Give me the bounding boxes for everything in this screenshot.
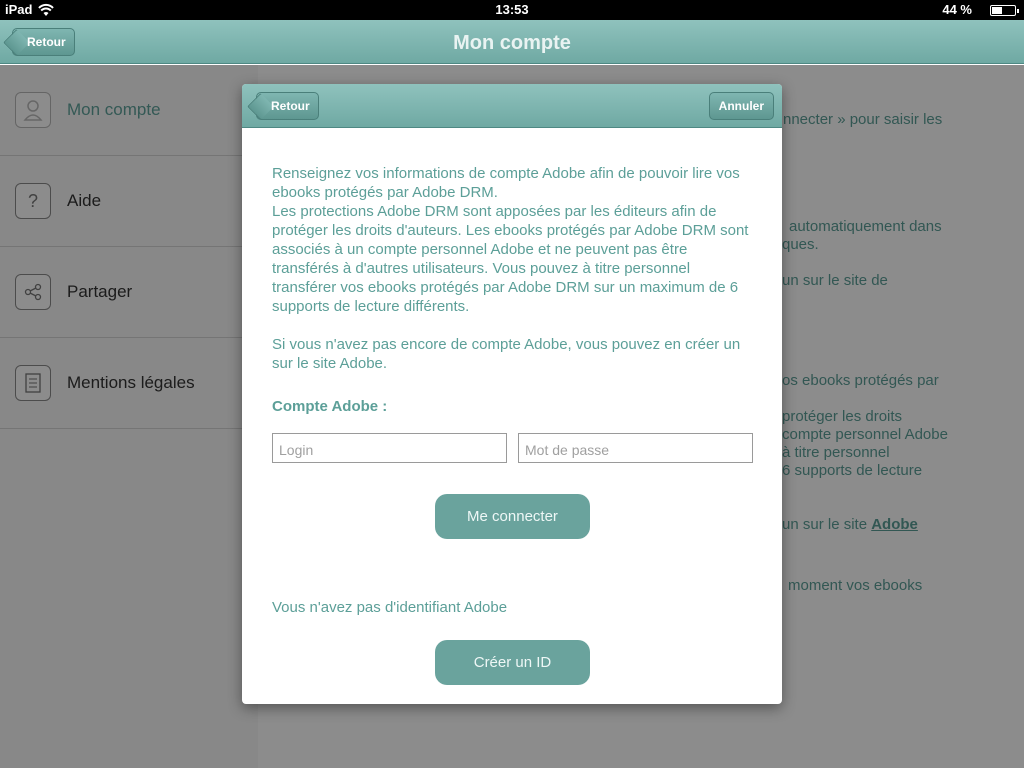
create-id-button[interactable]: Créer un ID [435, 640, 590, 685]
navigation-bar: Retour Mon compte [0, 20, 1024, 64]
cancel-button[interactable]: Annuler [708, 92, 774, 120]
battery-percent: 44 % [942, 2, 972, 17]
adobe-account-dialog: Retour Annuler Renseignez vos informatio… [242, 84, 782, 704]
description-paragraph: Renseignez vos informations de compte Ad… [272, 165, 740, 201]
no-id-text: Vous n'avez pas d'identifiant Adobe [272, 599, 508, 616]
battery-nub [1017, 9, 1019, 13]
page-title: Mon compte [453, 32, 571, 54]
dialog-description: Renseignez vos informations de compte Ad… [272, 164, 756, 373]
clock: 13:53 [495, 2, 529, 17]
dialog-header: Retour Annuler [242, 84, 782, 128]
adobe-account-label: Compte Adobe : [272, 398, 388, 415]
description-paragraph: Si vous n'avez pas encore de compte Adob… [272, 336, 741, 372]
battery-icon [990, 5, 1019, 16]
dialog-back-label: Retour [271, 99, 310, 113]
connect-button[interactable]: Me connecter [435, 494, 590, 539]
dialog-back-button[interactable]: Retour [256, 92, 319, 120]
battery-fill [992, 7, 1002, 14]
description-paragraph: Les protections Adobe DRM sont apposées … [272, 203, 749, 315]
status-bar: iPad 13:53 44 % [0, 0, 1024, 20]
login-input[interactable] [272, 433, 507, 463]
password-input[interactable] [518, 433, 753, 463]
